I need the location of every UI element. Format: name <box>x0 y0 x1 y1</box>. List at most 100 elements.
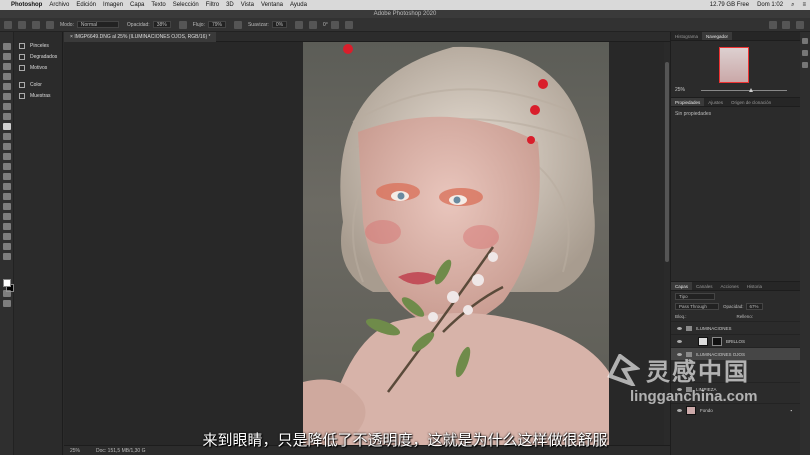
share-icon[interactable] <box>796 21 804 29</box>
menu-3d[interactable]: 3D <box>226 2 234 8</box>
tab-ajustes[interactable]: Ajustes <box>704 98 727 106</box>
navigator-thumbnail[interactable] <box>719 47 749 83</box>
foreground-color-swatch[interactable] <box>3 279 11 287</box>
panel-motivos[interactable]: Motivos <box>15 62 62 73</box>
gear-icon[interactable] <box>295 20 304 29</box>
type-tool-icon[interactable] <box>2 203 11 210</box>
brush-tool-icon[interactable] <box>2 123 11 130</box>
layer-opacity-field[interactable]: 67% <box>745 302 763 310</box>
panel-color[interactable]: Color <box>15 79 62 90</box>
menu-imagen[interactable]: Imagen <box>103 2 123 8</box>
canvas-workspace[interactable] <box>64 42 664 445</box>
document-tab[interactable]: × IMGP6649.DNG al 25% (ILUMINACIONES OJO… <box>64 32 217 42</box>
tab-origen-clonacion[interactable]: Origen de clonación <box>727 98 775 106</box>
menu-bar: Photoshop Archivo Edición Imagen Capa Te… <box>0 0 810 10</box>
more-tools-icon[interactable] <box>2 253 11 260</box>
angle-icon[interactable] <box>309 20 318 29</box>
eyedropper-tool-icon[interactable] <box>2 103 11 110</box>
healing-tool-icon[interactable] <box>2 113 11 120</box>
tab-navegador[interactable]: Navegador <box>702 32 733 40</box>
navigator-zoom-slider[interactable] <box>701 88 787 92</box>
panel-degradados[interactable]: Degradados <box>15 51 62 62</box>
adjustments-icon[interactable] <box>802 50 808 56</box>
quick-select-tool-icon[interactable] <box>2 73 11 80</box>
layer-name: BRILLOS <box>726 338 746 344</box>
tab-propiedades[interactable]: Propiedades <box>671 98 705 106</box>
tab-historia[interactable]: Historia <box>743 282 766 290</box>
path-select-tool-icon[interactable] <box>2 213 11 220</box>
mode-select[interactable]: Normal <box>76 21 119 28</box>
clone-stamp-tool-icon[interactable] <box>2 133 11 140</box>
slider-knob[interactable] <box>749 88 753 92</box>
eye-icon[interactable] <box>677 339 682 343</box>
blur-tool-icon[interactable] <box>2 173 11 180</box>
panel-pinceles[interactable]: Pinceles <box>15 40 62 51</box>
home-icon[interactable] <box>4 20 12 29</box>
layer-row-iluminaciones[interactable]: ILUMINACIONES <box>671 321 800 334</box>
scroll-thumb[interactable] <box>665 62 669 262</box>
tools-panel <box>0 32 14 455</box>
menu-app-name[interactable]: Photoshop <box>11 2 42 8</box>
tab-acciones[interactable]: Acciones <box>717 282 743 290</box>
hand-tool-icon[interactable] <box>2 233 11 240</box>
watermark-logo-icon <box>607 354 640 386</box>
crop-tool-icon[interactable] <box>2 83 11 90</box>
watermark: 灵感中国 lingganchina.com <box>596 352 796 412</box>
document-canvas[interactable] <box>303 42 609 445</box>
frame-tool-icon[interactable] <box>2 93 11 100</box>
menu-archivo[interactable]: Archivo <box>49 2 69 8</box>
watermark-en-text: lingganchina.com <box>630 388 758 405</box>
marquee-tool-icon[interactable] <box>2 53 11 60</box>
layer-row-brillos[interactable]: BRILLOS <box>671 334 800 347</box>
history-brush-tool-icon[interactable] <box>2 143 11 150</box>
menu-seleccion[interactable]: Selección <box>173 2 199 8</box>
lasso-tool-icon[interactable] <box>2 63 11 70</box>
search-icon[interactable]: ⌕ <box>791 2 794 9</box>
menu-ventana[interactable]: Ventana <box>261 2 283 8</box>
screen-mode-icon[interactable] <box>2 300 11 307</box>
blend-mode-select[interactable]: Pass Through <box>675 302 719 310</box>
panel-muestras[interactable]: Muestras <box>15 90 62 101</box>
gradient-tool-icon[interactable] <box>2 163 11 170</box>
navigator-zoom[interactable]: 25% <box>675 87 685 93</box>
angle-value[interactable]: 0° <box>323 22 328 28</box>
collapse-icon[interactable] <box>802 38 808 44</box>
dodge-tool-icon[interactable] <box>2 183 11 190</box>
menu-vista[interactable]: Vista <box>241 2 254 8</box>
pen-tool-icon[interactable] <box>2 193 11 200</box>
info-icon[interactable] <box>802 62 808 68</box>
pressure-size-icon[interactable] <box>330 20 339 29</box>
brush-tool-icon[interactable] <box>18 20 26 29</box>
tab-capas[interactable]: Capas <box>671 282 693 290</box>
menu-capa[interactable]: Capa <box>130 2 144 8</box>
eraser-tool-icon[interactable] <box>2 153 11 160</box>
document-size[interactable]: Doc: 151,5 MB/1,30 G <box>96 448 145 454</box>
brush-settings-icon[interactable] <box>46 20 54 29</box>
brush-preset-icon[interactable] <box>32 20 40 29</box>
shape-tool-icon[interactable] <box>2 223 11 230</box>
window-title: Adobe Photoshop 2020 <box>0 10 810 18</box>
symmetry-icon[interactable] <box>344 20 353 29</box>
move-tool-icon[interactable] <box>2 43 11 50</box>
tab-canales[interactable]: Canales <box>692 282 717 290</box>
workspace-icon[interactable] <box>782 21 790 29</box>
airbrush-icon[interactable] <box>233 20 242 29</box>
search-icon[interactable] <box>769 21 777 29</box>
tab-histograma[interactable]: Histograma <box>671 32 702 40</box>
layer-kind-filter[interactable]: Tipo <box>675 292 715 300</box>
menu-texto[interactable]: Texto <box>151 2 165 8</box>
zoom-level[interactable]: 25% <box>70 448 80 454</box>
layer-lock-row: Bloq.: Relleno: <box>671 311 800 321</box>
zoom-tool-icon[interactable] <box>2 243 11 250</box>
menu-list-icon[interactable]: ≡ <box>802 2 806 8</box>
layer-mask-thumbnail[interactable] <box>712 336 722 346</box>
menu-edicion[interactable]: Edición <box>76 2 96 8</box>
smooth-field[interactable]: 0% <box>271 21 288 28</box>
menu-filtro[interactable]: Filtro <box>206 2 219 8</box>
opacity-field[interactable]: 38% <box>152 21 171 28</box>
eye-icon[interactable] <box>677 326 682 330</box>
menu-ayuda[interactable]: Ayuda <box>290 2 307 8</box>
quick-mask-icon[interactable] <box>2 290 11 297</box>
flow-field[interactable]: 79% <box>207 21 226 28</box>
pressure-opacity-icon[interactable] <box>178 20 187 29</box>
